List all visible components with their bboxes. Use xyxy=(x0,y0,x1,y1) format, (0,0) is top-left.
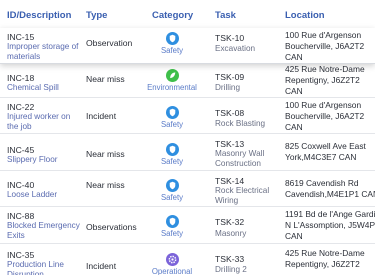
shield-icon xyxy=(165,106,179,119)
task-name: Masonry xyxy=(215,229,247,238)
incident-id: INC-45 xyxy=(7,145,35,155)
category-badge: Environmental xyxy=(140,69,204,92)
task-name: Excavation xyxy=(215,44,256,53)
incident-description: Slippery Floor xyxy=(7,155,58,164)
location: 1191 Bd de l'Ange Gardien N L'Assomption… xyxy=(285,209,375,241)
leaf-icon xyxy=(165,69,179,82)
incidents-table: ID/Description Type Category Task Locati… xyxy=(0,0,375,275)
incident-type: Near miss xyxy=(86,74,125,84)
task-name: Drilling xyxy=(215,83,241,92)
task-id: TSK-13 xyxy=(215,139,245,149)
incident-id: INC-22 xyxy=(7,102,35,112)
category-badge: Operational xyxy=(140,253,204,275)
incident-description: Loose Ladder xyxy=(7,190,58,199)
location: 100 Rue d'Argenson Boucherville, J6A2T2 … xyxy=(285,30,365,62)
category-badge: Safety xyxy=(140,143,204,166)
table-row[interactable]: INC-40 Loose Ladder Near miss Safety TSK… xyxy=(0,171,375,207)
task-id: TSK-33 xyxy=(215,254,245,264)
task-id: TSK-14 xyxy=(215,176,245,186)
category-badge: Safety xyxy=(140,179,204,202)
incident-type: Incident xyxy=(86,261,117,271)
task-id: TSK-10 xyxy=(215,33,245,43)
incident-description: Improper storage of materials xyxy=(7,42,79,61)
column-header-location[interactable]: Location xyxy=(285,10,325,21)
task-name: Rock Electrical Wiring xyxy=(215,186,270,205)
task-id: TSK-08 xyxy=(215,108,245,118)
column-header-id[interactable]: ID/Description xyxy=(7,10,71,21)
table-row[interactable]: INC-88 Blocked Emergency Exits Observati… xyxy=(0,207,375,244)
category-label: Environmental xyxy=(147,83,197,92)
category-badge: Safety xyxy=(140,32,204,55)
table-row[interactable]: INC-22 Injured worker on the job Inciden… xyxy=(0,98,375,134)
incident-type: Near miss xyxy=(86,149,125,159)
incident-description: Chemical Spill xyxy=(7,83,59,92)
category-label: Operational xyxy=(151,267,193,275)
incident-description: Blocked Emergency Exits xyxy=(7,221,80,240)
shield-icon xyxy=(165,143,179,156)
shield-icon xyxy=(165,179,179,192)
location: 425 Rue Notre-Dame Repentigny, J6Z2T2 CA… xyxy=(285,64,365,96)
location: 425 Rue Notre-Dame Repentigny, J6Z2T2 xyxy=(285,248,365,269)
incident-type: Observations xyxy=(86,222,137,232)
incident-id: INC-18 xyxy=(7,73,35,83)
category-badge: Safety xyxy=(140,106,204,129)
table-row[interactable]: INC-45 Slippery Floor Near miss Safety T… xyxy=(0,134,375,171)
column-header-category[interactable]: Category xyxy=(152,10,193,21)
task-name: Drilling 2 xyxy=(215,265,247,274)
category-badge: Safety xyxy=(140,215,204,238)
shield-icon xyxy=(165,215,179,228)
category-label: Safety xyxy=(160,120,184,129)
table-row[interactable]: INC-35 Production Line Disruption Incide… xyxy=(0,244,375,275)
task-name: Rock Blasting xyxy=(215,119,266,128)
location: 8619 Cavendish Rd Cavendish,M4E1P1 CAN xyxy=(285,178,375,199)
incident-type: Incident xyxy=(86,111,117,121)
incident-id: INC-88 xyxy=(7,211,35,221)
category-label: Safety xyxy=(160,46,184,55)
incident-type: Observation xyxy=(86,38,133,48)
location: 825 Coxwell Ave East York,M4C3E7 CAN xyxy=(285,141,366,162)
table-header: ID/Description Type Category Task Locati… xyxy=(0,0,375,28)
gear-icon xyxy=(165,253,179,266)
task-name: Masonry Wall Construction xyxy=(215,149,265,168)
shield-icon xyxy=(165,32,179,45)
task-id: TSK-09 xyxy=(215,72,245,82)
category-label: Safety xyxy=(160,157,184,166)
incident-description: Injured worker on the job xyxy=(7,112,71,131)
incident-id: INC-35 xyxy=(7,250,35,260)
location: 100 Rue d'Argenson Boucherville, J6A2T2 … xyxy=(285,100,365,132)
table-row[interactable]: INC-18 Chemical Spill Near miss Environm… xyxy=(0,64,375,98)
category-label: Safety xyxy=(160,229,184,238)
column-header-type[interactable]: Type xyxy=(86,10,107,21)
incident-id: INC-15 xyxy=(7,32,35,42)
incident-description: Production Line Disruption xyxy=(7,260,64,275)
category-label: Safety xyxy=(160,193,184,202)
incident-id: INC-40 xyxy=(7,180,35,190)
table-row[interactable]: INC-15 Improper storage of materials Obs… xyxy=(0,28,375,64)
incident-type: Near miss xyxy=(86,180,125,190)
column-header-task[interactable]: Task xyxy=(215,10,236,21)
task-id: TSK-32 xyxy=(215,217,245,227)
